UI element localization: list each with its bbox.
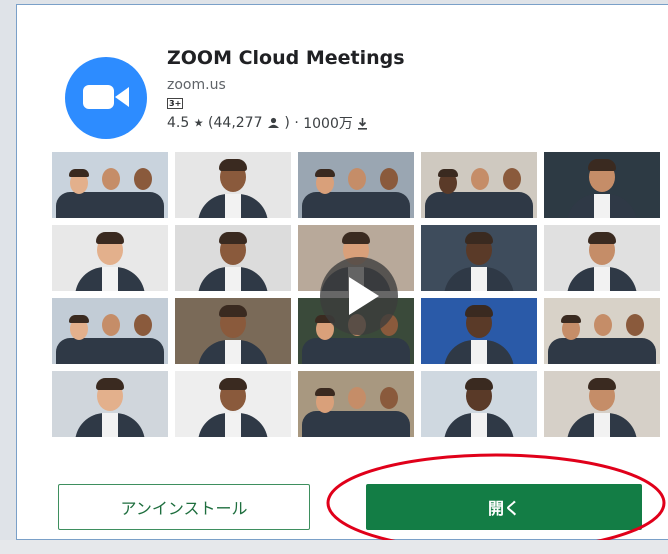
bottom-bar xyxy=(0,540,668,554)
gallery-thumbnail xyxy=(544,152,660,218)
gallery-thumbnail xyxy=(421,225,537,291)
gallery-thumbnail xyxy=(52,298,168,364)
zoom-app-icon xyxy=(65,57,147,139)
gallery-thumbnail xyxy=(544,298,660,364)
review-suffix: ) xyxy=(284,115,290,131)
rating-value: 4.5 xyxy=(167,115,190,131)
gallery-thumbnail xyxy=(544,371,660,437)
app-stats: 4.5 ★ (44,277 ) · 1000万 xyxy=(167,113,368,133)
gallery-thumbnail xyxy=(52,152,168,218)
gallery-thumbnail xyxy=(52,225,168,291)
developer-link[interactable]: zoom.us xyxy=(167,77,226,93)
gallery-thumbnail xyxy=(298,152,414,218)
gallery-thumbnail xyxy=(175,371,291,437)
review-count: (44,277 xyxy=(208,115,263,131)
download-icon xyxy=(358,117,368,130)
gallery-thumbnail xyxy=(421,152,537,218)
open-button[interactable]: 開く xyxy=(366,484,642,530)
gallery-thumbnail xyxy=(175,152,291,218)
gallery-thumbnail xyxy=(298,371,414,437)
gallery-thumbnail xyxy=(421,298,537,364)
age-rating-badge: 3+ xyxy=(167,98,184,109)
app-title: ZOOM Cloud Meetings xyxy=(167,47,405,69)
person-icon xyxy=(267,117,279,128)
gallery-thumbnail xyxy=(544,225,660,291)
uninstall-button[interactable]: アンインストール xyxy=(58,484,310,530)
gallery-thumbnail xyxy=(52,371,168,437)
play-icon xyxy=(349,277,379,315)
gallery-thumbnail xyxy=(175,298,291,364)
separator-dot: · xyxy=(294,115,299,131)
download-count: 1000万 xyxy=(303,116,353,132)
gallery-thumbnail xyxy=(175,225,291,291)
star-icon: ★ xyxy=(193,116,204,130)
play-video-button[interactable] xyxy=(320,257,398,335)
gallery-thumbnail xyxy=(421,371,537,437)
video-camera-icon xyxy=(83,85,114,109)
